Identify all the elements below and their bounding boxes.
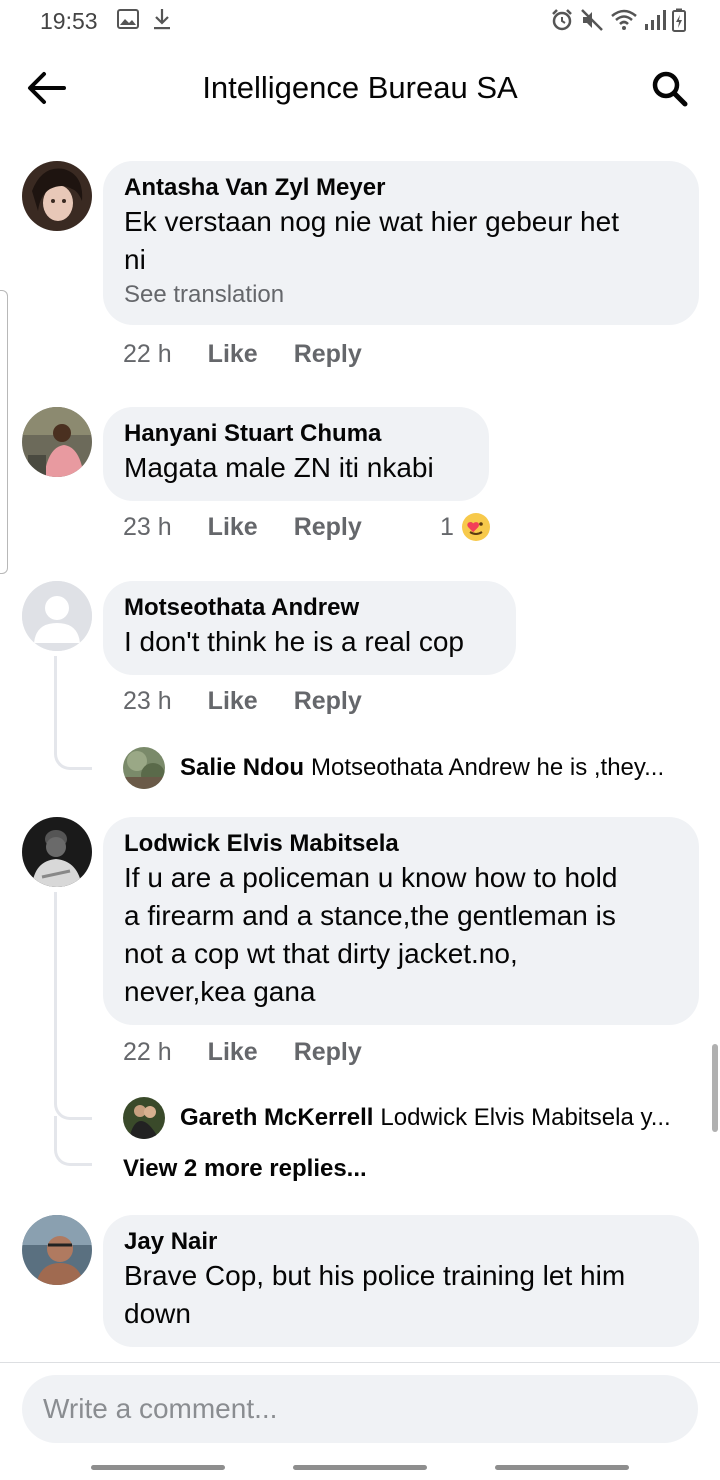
like-button[interactable]: Like [208,340,258,369]
comment-text: If u are a policeman u know how to hold [124,862,618,893]
avatar[interactable] [22,161,92,231]
reply-button[interactable]: Reply [294,1038,362,1067]
comment-text: I don't think he is a real cop [124,626,464,657]
comment-text: a firearm and a stance,the gentleman is [124,900,616,931]
status-bar: 19:53 [0,0,720,44]
comment-composer [0,1362,720,1480]
thread-connector [54,1116,92,1166]
thread-connector [54,730,92,770]
nav-back-button[interactable] [495,1465,629,1470]
care-reaction-icon [461,513,490,541]
comment-text: ni [124,244,146,275]
comment-text: down [124,1298,191,1329]
like-button[interactable]: Like [208,687,258,716]
reaction-summary[interactable]: 1 [440,511,492,543]
signal-icon [645,10,666,30]
comment-text: Ek verstaan nog nie wat hier gebeur het [124,206,619,237]
avatar[interactable] [22,581,92,651]
image-icon [117,9,139,29]
header: Intelligence Bureau SA [0,44,720,134]
reply-text: Lodwick Elvis Mabitsela y... [380,1104,671,1131]
avatar[interactable] [22,817,92,887]
reply-button[interactable]: Reply [294,687,362,716]
comment-author[interactable]: Lodwick Elvis Mabitsela [124,829,678,859]
comment-input[interactable] [22,1375,698,1443]
comment-time[interactable]: 23 h [123,513,172,542]
status-time: 19:53 [40,8,98,34]
comment-input-container [22,1375,698,1443]
reply-preview[interactable]: Salie Ndou Motseothata Andrew he is ,the… [123,747,664,789]
reaction-count: 1 [440,512,454,541]
thread-line [54,892,57,1082]
comment-time[interactable]: 22 h [123,340,172,369]
comment-actions: 23 h Like Reply [123,687,362,716]
alarm-icon [552,9,572,31]
battery-icon [672,8,686,32]
edge-panel-handle[interactable] [0,290,8,574]
avatar[interactable] [22,407,92,477]
avatar[interactable] [22,1215,92,1285]
comment-actions: 22 h Like Reply [123,340,362,369]
comment-author[interactable]: Hanyani Stuart Chuma [124,419,468,449]
download-icon [154,9,170,30]
avatar [123,747,165,789]
comment-author[interactable]: Motseothata Andrew [124,593,495,623]
reply-author: Salie Ndou [180,754,305,781]
thread-line [54,656,57,734]
comment-bubble[interactable]: Jay Nair Brave Cop, but his police train… [103,1215,699,1347]
comment-author[interactable]: Antasha Van Zyl Meyer [124,173,678,203]
reply-author: Gareth McKerrell [180,1104,374,1131]
comment-author[interactable]: Jay Nair [124,1227,678,1257]
reply-preview[interactable]: Gareth McKerrell Lodwick Elvis Mabitsela… [123,1097,671,1139]
reply-text: Motseothata Andrew he is ,they... [311,754,665,781]
comment-actions: 22 h Like Reply [123,1038,362,1067]
thread-connector [54,1080,92,1120]
page-title: Intelligence Bureau SA [202,70,518,105]
comment-time[interactable]: 23 h [123,687,172,716]
wifi-icon [611,9,637,30]
comment-bubble[interactable]: Motseothata Andrew I don't think he is a… [103,581,516,675]
scrollbar[interactable] [712,1044,718,1132]
see-translation-link[interactable]: See translation [124,279,678,311]
comment-bubble[interactable]: Antasha Van Zyl Meyer Ek verstaan nog ni… [103,161,699,325]
view-more-replies-link[interactable]: View 2 more replies... [123,1155,367,1183]
search-icon[interactable] [650,69,690,109]
comment-bubble[interactable]: Hanyani Stuart Chuma Magata male ZN iti … [103,407,489,501]
mute-icon [581,9,603,31]
comment-bubble[interactable]: Lodwick Elvis Mabitsela If u are a polic… [103,817,699,1025]
like-button[interactable]: Like [208,1038,258,1067]
like-button[interactable]: Like [208,513,258,542]
comment-time[interactable]: 22 h [123,1038,172,1067]
comment-text: Brave Cop, but his police training let h… [124,1260,626,1291]
reply-button[interactable]: Reply [294,340,362,369]
comment-text: not a cop wt that dirty jacket.no, [124,938,518,969]
comment-text: never,kea gana [124,976,316,1007]
system-nav-bar [0,1457,720,1480]
comment-actions: 23 h Like Reply [123,513,362,542]
nav-recents-button[interactable] [91,1465,225,1470]
comment-text: Magata male ZN iti nkabi [124,452,434,483]
nav-home-button[interactable] [293,1465,427,1470]
avatar [123,1097,165,1139]
reply-button[interactable]: Reply [294,513,362,542]
